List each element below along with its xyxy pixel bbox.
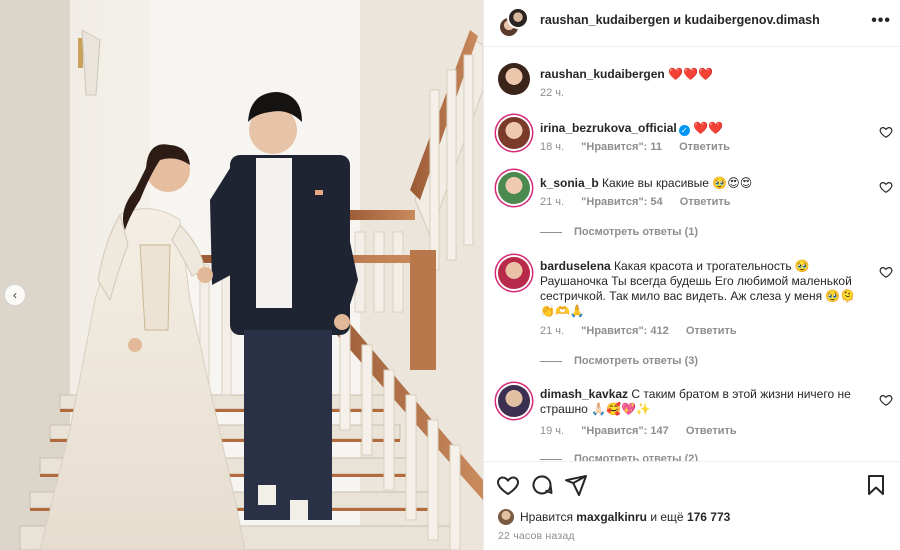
heart-icon[interactable] (496, 473, 520, 497)
divider (540, 458, 562, 460)
comments-panel: raushan_kudaibergen и kudaibergenov.dima… (483, 0, 900, 550)
post-authors[interactable]: raushan_kudaibergen и kudaibergenov.dima… (540, 13, 820, 27)
comment-time[interactable]: 21 ч. (540, 196, 564, 208)
comment-meta: 19 ч. "Нравится": 147 Ответить (540, 425, 751, 437)
view-replies-button[interactable]: Посмотреть ответы (1) (540, 226, 698, 238)
post-actions: Нравится maxgalkinru и ещё 176 773 22 ча… (484, 461, 900, 550)
avatar[interactable] (498, 509, 514, 525)
like-heart-icon[interactable] (879, 393, 893, 407)
chevron-left-icon: ‹ (13, 288, 17, 302)
caption-text: ❤️❤️❤️ (668, 67, 713, 81)
liked-by-prefix: Нравится (520, 510, 573, 524)
posted-time[interactable]: 22 часов назад (498, 530, 575, 542)
view-replies-label: Посмотреть ответы (2) (574, 453, 699, 461)
carousel-prev-button[interactable]: ‹ (4, 284, 26, 306)
post-header: raushan_kudaibergen и kudaibergenov.dima… (484, 0, 900, 47)
comment-time[interactable]: 21 ч. (540, 325, 564, 337)
avatar[interactable] (498, 385, 530, 417)
divider (540, 360, 562, 362)
comment-username[interactable]: barduselena (540, 259, 611, 273)
avatar[interactable] (498, 172, 530, 204)
reply-button[interactable]: Ответить (686, 425, 737, 437)
comment-time[interactable]: 18 ч. (540, 141, 564, 153)
view-replies-label: Посмотреть ответы (3) (574, 355, 699, 367)
like-heart-icon[interactable] (879, 125, 893, 139)
comment-username[interactable]: dimash_kavkaz (540, 387, 628, 401)
share-icon[interactable] (564, 473, 588, 497)
post-photo[interactable]: ‹ (0, 0, 483, 550)
liked-by-middle: и ещё (650, 510, 684, 524)
comment-meta: 18 ч. "Нравится": 11 Ответить (540, 141, 744, 153)
comments-list[interactable]: raushan_kudaibergen ❤️❤️❤️ 22 ч. irina_b… (484, 47, 900, 461)
comment-meta: 21 ч. "Нравится": 54 Ответить (540, 196, 745, 208)
like-heart-icon[interactable] (879, 180, 893, 194)
view-replies-button[interactable]: Посмотреть ответы (2) (540, 453, 698, 461)
reply-button[interactable]: Ответить (679, 141, 730, 153)
post-modal: ‹ raushan_kudaibergen и kudaibergenov.di… (0, 0, 900, 550)
comment-time[interactable]: 19 ч. (540, 425, 564, 437)
divider (540, 231, 562, 233)
comment-meta: 21 ч. "Нравится": 412 Ответить (540, 325, 751, 337)
photo-illustration (0, 0, 483, 550)
avatar[interactable] (498, 117, 530, 149)
comment-icon[interactable] (530, 473, 554, 497)
bookmark-icon[interactable] (864, 473, 888, 497)
reply-button[interactable]: Ответить (686, 325, 737, 337)
liked-by: Нравится maxgalkinru и ещё 176 773 (498, 509, 730, 525)
like-heart-icon[interactable] (879, 265, 893, 279)
view-replies-button[interactable]: Посмотреть ответы (3) (540, 355, 698, 367)
caption-username[interactable]: raushan_kudaibergen (540, 67, 665, 81)
comment-username[interactable]: irina_bezrukova_official (540, 121, 677, 135)
avatar[interactable] (507, 7, 529, 29)
comment-text: Какие вы красивые 🥹😍😍 (602, 176, 753, 190)
comment-likes[interactable]: "Нравится": 147 (581, 425, 669, 437)
verified-badge-icon: ✓ (678, 125, 690, 136)
comment-likes[interactable]: "Нравится": 11 (581, 141, 662, 153)
comment-likes[interactable]: "Нравится": 54 (581, 196, 662, 208)
view-replies-label: Посмотреть ответы (1) (574, 226, 699, 238)
liked-by-user[interactable]: maxgalkinru (576, 510, 647, 524)
avatar[interactable] (498, 63, 530, 95)
collab-avatars[interactable] (498, 7, 530, 39)
comment-username[interactable]: k_sonia_b (540, 176, 599, 190)
caption-meta: 22 ч. (540, 87, 578, 99)
avatar[interactable] (498, 257, 530, 289)
caption-time[interactable]: 22 ч. (540, 87, 564, 99)
likes-count[interactable]: 176 773 (687, 510, 730, 524)
comment-likes[interactable]: "Нравится": 412 (581, 325, 669, 337)
comment-text: ❤️❤️ (693, 121, 723, 135)
reply-button[interactable]: Ответить (680, 196, 731, 208)
more-options-button[interactable]: ••• (871, 12, 891, 30)
